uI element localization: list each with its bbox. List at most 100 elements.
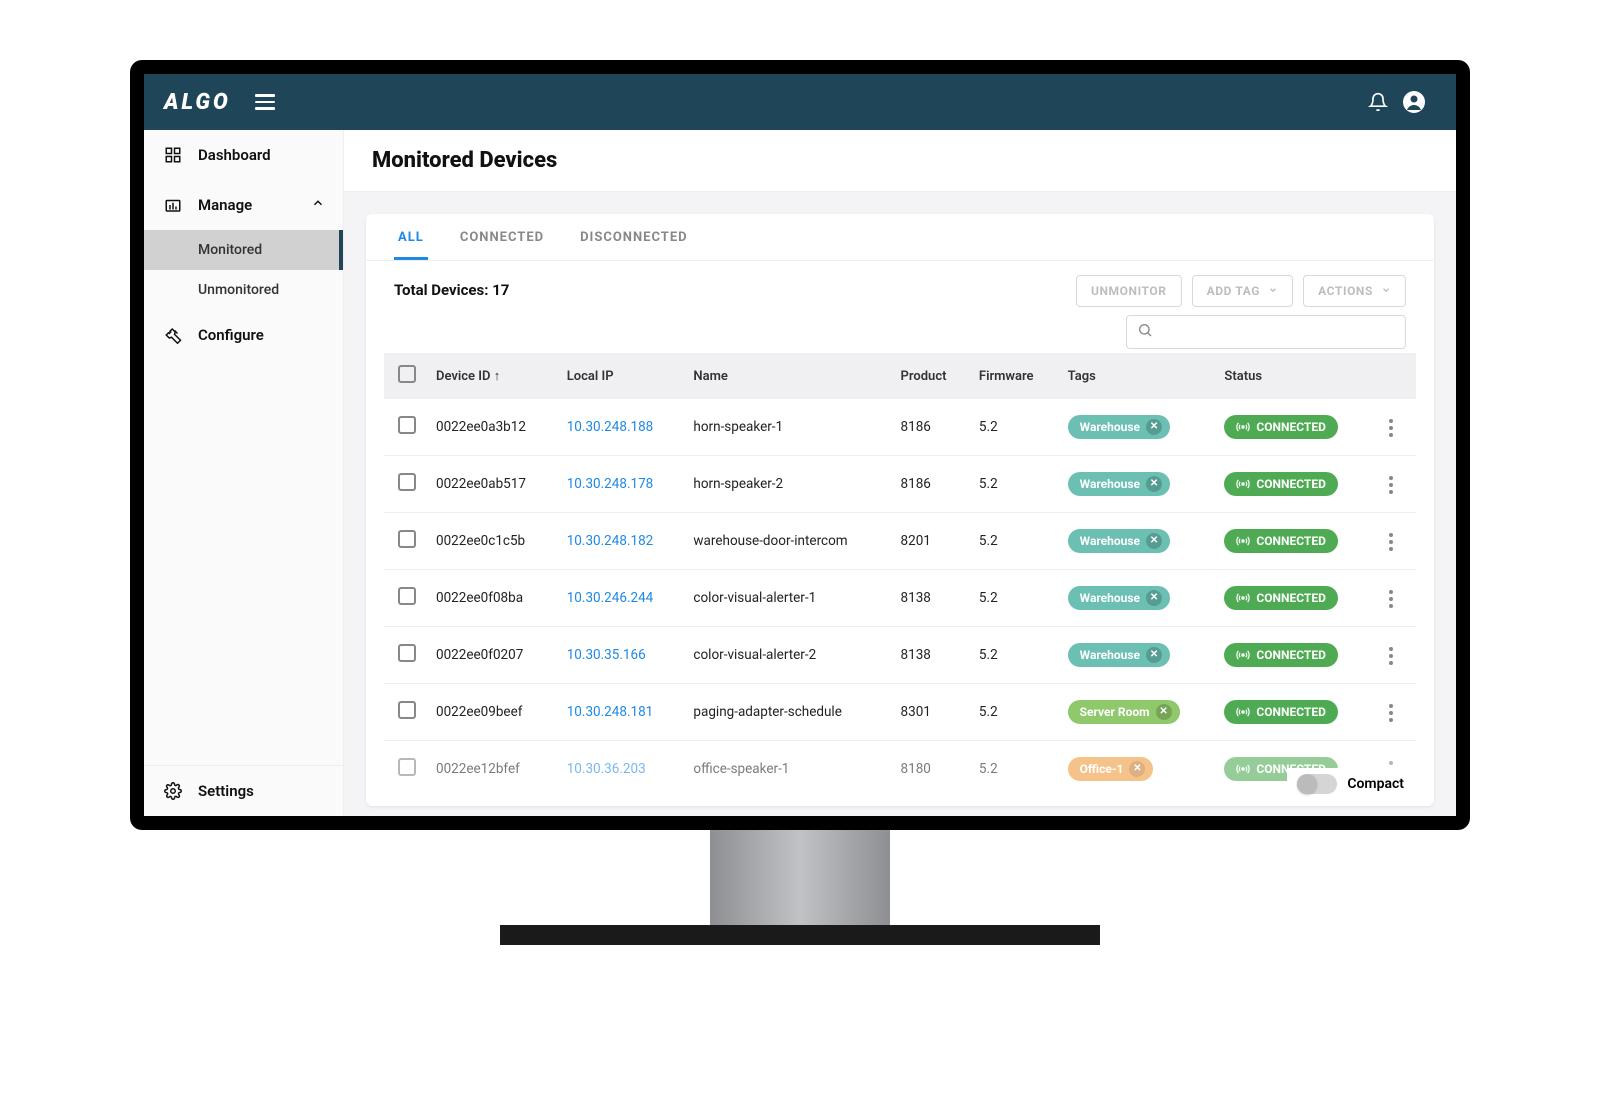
total-devices: Total Devices: 17 xyxy=(394,275,509,299)
row-actions-menu[interactable] xyxy=(1383,470,1399,500)
col-local-ip[interactable]: Local IP xyxy=(557,353,684,399)
tag-remove-icon[interactable]: ✕ xyxy=(1146,647,1162,663)
cell-product: 8186 xyxy=(891,456,969,513)
appbar: ALGO xyxy=(144,74,1456,130)
col-status[interactable]: Status xyxy=(1214,353,1373,399)
menu-icon[interactable] xyxy=(255,94,275,110)
row-checkbox[interactable] xyxy=(398,758,416,776)
add-tag-button[interactable]: ADD TAG xyxy=(1192,275,1293,307)
sidebar-item-manage[interactable]: Manage xyxy=(144,180,343,230)
compact-toggle-bar: Compact xyxy=(1287,768,1414,800)
compact-label: Compact xyxy=(1347,776,1404,792)
bell-icon[interactable] xyxy=(1360,84,1396,120)
search-input[interactable] xyxy=(1126,315,1406,349)
cell-local-ip[interactable]: 10.30.248.178 xyxy=(567,476,654,492)
tag-chip[interactable]: Warehouse✕ xyxy=(1068,415,1170,439)
tools-icon xyxy=(162,324,184,346)
tag-remove-icon[interactable]: ✕ xyxy=(1146,476,1162,492)
cell-device-id: 0022ee0f0207 xyxy=(426,627,557,684)
sidebar-item-settings[interactable]: Settings xyxy=(144,766,343,816)
col-device-id[interactable]: Device ID ↑ xyxy=(426,353,557,399)
search-field[interactable] xyxy=(1161,324,1395,340)
tag-remove-icon[interactable]: ✕ xyxy=(1146,533,1162,549)
broadcast-icon xyxy=(1236,591,1250,605)
button-label: ACTIONS xyxy=(1318,284,1373,298)
row-actions-menu[interactable] xyxy=(1383,641,1399,671)
cell-device-id: 0022ee0ab517 xyxy=(426,456,557,513)
cell-device-id: 0022ee0f08ba xyxy=(426,570,557,627)
cell-firmware: 5.2 xyxy=(969,627,1058,684)
monitor-mockup: ALGO Dashboard xyxy=(130,60,1470,945)
cell-name: horn-speaker-1 xyxy=(683,399,890,456)
sidebar-item-label: Settings xyxy=(198,782,254,800)
row-actions-menu[interactable] xyxy=(1383,413,1399,443)
manage-icon xyxy=(162,194,184,216)
tab-connected[interactable]: CONNECTED xyxy=(456,214,548,260)
tag-chip[interactable]: Server Room✕ xyxy=(1068,700,1180,724)
tag-remove-icon[interactable]: ✕ xyxy=(1146,590,1162,606)
select-all-checkbox[interactable] xyxy=(398,365,416,383)
tag-remove-icon[interactable]: ✕ xyxy=(1146,419,1162,435)
broadcast-icon xyxy=(1236,705,1250,719)
tag-chip[interactable]: Warehouse✕ xyxy=(1068,586,1170,610)
cell-firmware: 5.2 xyxy=(969,684,1058,741)
tag-chip[interactable]: Warehouse✕ xyxy=(1068,472,1170,496)
cell-local-ip[interactable]: 10.30.248.182 xyxy=(567,533,654,549)
table-wrap: Device ID ↑ Local IP Name Product Firmwa… xyxy=(366,353,1434,806)
main-content: Monitored Devices ALL CONNECTED DISCONNE… xyxy=(344,130,1456,816)
broadcast-icon xyxy=(1236,420,1250,434)
row-actions-menu[interactable] xyxy=(1383,527,1399,557)
row-checkbox[interactable] xyxy=(398,530,416,548)
devices-card: ALL CONNECTED DISCONNECTED Total Devices… xyxy=(366,214,1434,806)
actions-button[interactable]: ACTIONS xyxy=(1303,275,1406,307)
dashboard-icon xyxy=(162,144,184,166)
sidebar: Dashboard Manage xyxy=(144,130,344,816)
tag-remove-icon[interactable]: ✕ xyxy=(1156,704,1172,720)
broadcast-icon xyxy=(1236,762,1250,776)
row-checkbox[interactable] xyxy=(398,587,416,605)
cell-firmware: 5.2 xyxy=(969,399,1058,456)
sidebar-item-dashboard[interactable]: Dashboard xyxy=(144,130,343,180)
cell-name: color-visual-alerter-2 xyxy=(683,627,890,684)
cell-device-id: 0022ee0c1c5b xyxy=(426,513,557,570)
row-checkbox[interactable] xyxy=(398,701,416,719)
cell-product: 8186 xyxy=(891,399,969,456)
col-product[interactable]: Product xyxy=(891,353,969,399)
cell-local-ip[interactable]: 10.30.248.181 xyxy=(567,704,654,720)
cell-local-ip[interactable]: 10.30.36.203 xyxy=(567,761,646,777)
sidebar-item-label: Manage xyxy=(198,196,252,214)
tab-disconnected[interactable]: DISCONNECTED xyxy=(576,214,692,260)
row-actions-menu[interactable] xyxy=(1383,698,1399,728)
toolbar-row: Total Devices: 17 UNMONITOR ADD TAG xyxy=(366,261,1434,353)
table-row: 0022ee09beef 10.30.248.181 paging-adapte… xyxy=(384,684,1416,741)
tab-all[interactable]: ALL xyxy=(394,214,428,260)
col-name[interactable]: Name xyxy=(683,353,890,399)
compact-toggle[interactable] xyxy=(1297,774,1337,794)
account-icon[interactable] xyxy=(1396,84,1432,120)
logo: ALGO xyxy=(164,90,231,115)
row-checkbox[interactable] xyxy=(398,644,416,662)
broadcast-icon xyxy=(1236,648,1250,662)
tag-chip[interactable]: Warehouse✕ xyxy=(1068,529,1170,553)
col-tags[interactable]: Tags xyxy=(1058,353,1215,399)
col-firmware[interactable]: Firmware xyxy=(969,353,1058,399)
tag-remove-icon[interactable]: ✕ xyxy=(1129,761,1145,777)
cell-product: 8180 xyxy=(891,741,969,786)
cell-local-ip[interactable]: 10.30.35.166 xyxy=(567,647,646,663)
chevron-up-icon xyxy=(311,196,325,214)
cell-local-ip[interactable]: 10.30.248.188 xyxy=(567,419,654,435)
cell-name: paging-adapter-schedule xyxy=(683,684,890,741)
tag-chip[interactable]: Warehouse✕ xyxy=(1068,643,1170,667)
row-checkbox[interactable] xyxy=(398,416,416,434)
sidebar-item-unmonitored[interactable]: Unmonitored xyxy=(144,270,343,310)
unmonitor-button[interactable]: UNMONITOR xyxy=(1076,275,1182,307)
sidebar-item-monitored[interactable]: Monitored xyxy=(144,230,343,270)
table-row: 0022ee12bfef 10.30.36.203 office-speaker… xyxy=(384,741,1416,786)
cell-firmware: 5.2 xyxy=(969,513,1058,570)
cell-firmware: 5.2 xyxy=(969,741,1058,786)
cell-local-ip[interactable]: 10.30.246.244 xyxy=(567,590,654,606)
sidebar-item-configure[interactable]: Configure xyxy=(144,310,343,360)
row-checkbox[interactable] xyxy=(398,473,416,491)
row-actions-menu[interactable] xyxy=(1383,584,1399,614)
tag-chip[interactable]: Office-1✕ xyxy=(1068,757,1154,781)
